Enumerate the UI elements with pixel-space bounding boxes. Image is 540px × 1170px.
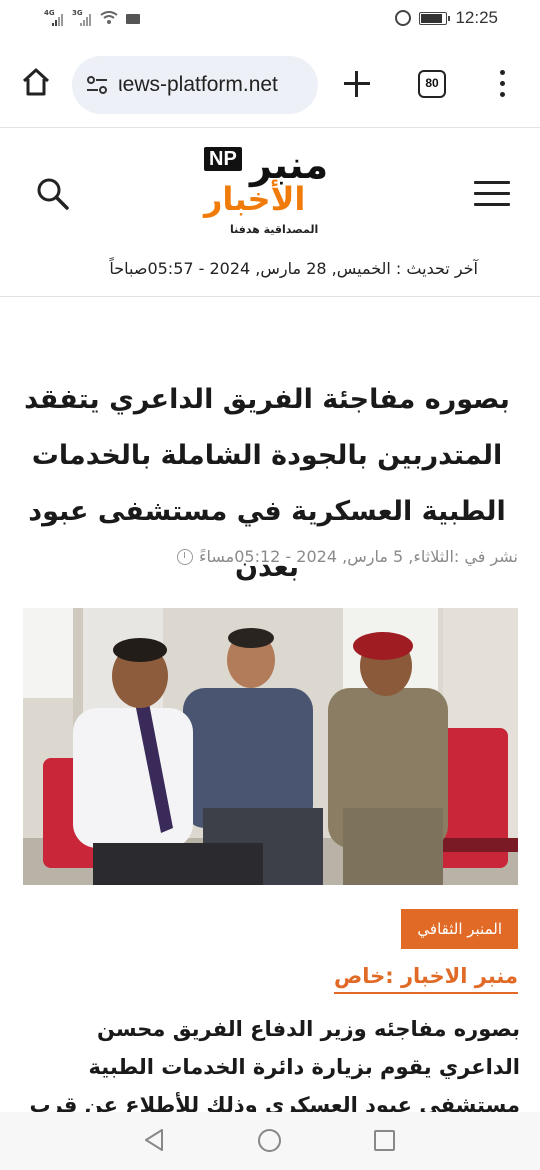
site-logo[interactable]: NP منبر الأخبار المصداقية هدفنا <box>200 143 340 243</box>
browser-toolbar: ιews-platform.net 80 <box>0 40 540 128</box>
status-bar: 4G 3G 12:25 <box>0 0 540 40</box>
article-body: بصوره مفاجئه وزير الدفاع الفريق محسن الد… <box>29 1017 520 1115</box>
published-date: نشر في :الثلاثاء, 5 مارس, 2024 - 05:12مس… <box>176 547 518 566</box>
circle-icon[interactable] <box>258 1129 281 1152</box>
published-text: نشر في :الثلاثاء, 5 مارس, 2024 - 05:12مس… <box>198 547 518 566</box>
clock-icon <box>176 548 193 565</box>
plus-icon[interactable] <box>343 70 371 98</box>
last-update: آخر تحديث : الخميس, 28 مارس, 2024 - 05:5… <box>109 259 478 278</box>
logo-badge: NP <box>204 147 242 171</box>
category-badge[interactable]: المنبر الثقافي <box>401 909 518 949</box>
hamburger-icon[interactable] <box>474 181 510 207</box>
tune-icon[interactable] <box>86 76 108 94</box>
wifi-icon <box>100 11 118 24</box>
more-vert-icon[interactable] <box>497 70 507 100</box>
site-header: NP منبر الأخبار المصداقية هدفنا آخر تحدي… <box>0 129 540 297</box>
cell-signal-icon: 4G <box>44 9 64 26</box>
back-triangle-icon[interactable] <box>142 1128 166 1152</box>
cell-signal-icon-2: 3G <box>72 9 92 26</box>
url-text[interactable]: ιews-platform.net <box>118 73 278 97</box>
address-bar[interactable]: ιews-platform.net <box>72 56 318 114</box>
status-time: 12:25 <box>455 8 498 27</box>
article-source: منبر الاخبار :خاص <box>333 960 518 994</box>
logo-tagline: المصداقية هدفنا <box>230 223 319 236</box>
logo-line2: الأخبار <box>204 180 306 218</box>
system-nav-bar <box>0 1112 540 1170</box>
status-left: 4G 3G <box>44 9 140 26</box>
home-icon[interactable] <box>20 66 52 98</box>
article-photo-image <box>23 608 518 885</box>
battery-fill <box>421 13 442 23</box>
square-icon[interactable] <box>374 1130 395 1151</box>
status-right: 12:25 <box>395 8 498 28</box>
article-photo <box>23 608 518 885</box>
tabs-button[interactable]: 80 <box>418 70 446 98</box>
battery-icon <box>419 11 451 25</box>
alarm-icon <box>395 10 412 26</box>
mail-icon <box>126 14 140 24</box>
search-icon[interactable] <box>36 177 70 211</box>
